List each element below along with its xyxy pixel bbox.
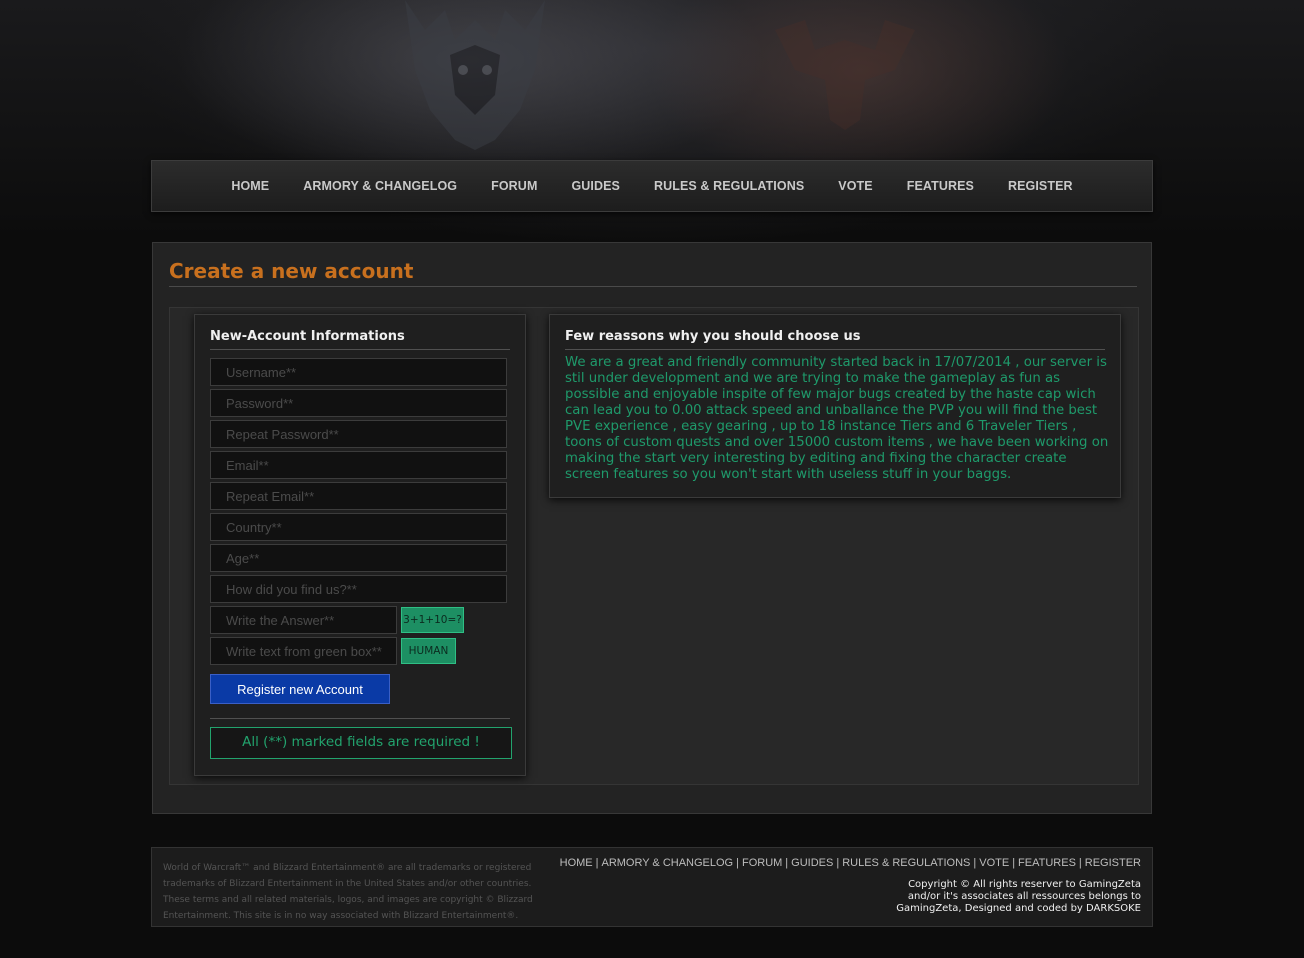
title-divider xyxy=(169,286,1137,287)
nav-features[interactable]: FEATURES xyxy=(907,179,974,193)
footer-nav-guides[interactable]: GUIDES xyxy=(791,857,833,869)
find-us-input[interactable] xyxy=(210,575,507,603)
repeat-password-input[interactable] xyxy=(210,420,507,448)
page-title: Create a new account xyxy=(169,259,414,283)
alliance-emblem-icon xyxy=(405,0,545,150)
footer-separator: | xyxy=(785,857,789,869)
register-button[interactable]: Register new Account xyxy=(210,674,390,704)
captcha-word-input[interactable] xyxy=(210,637,397,665)
captcha-word-badge: HUMAN xyxy=(401,638,456,664)
main-panel: Create a new account New-Account Informa… xyxy=(152,242,1152,814)
horde-emblem-icon xyxy=(775,20,915,130)
footer-nav-rules-regulations[interactable]: RULES & REGULATIONS xyxy=(842,857,970,869)
nav-forum[interactable]: FORUM xyxy=(491,179,537,193)
footer-separator: | xyxy=(1078,857,1082,869)
reasons-text: We are a great and friendly community st… xyxy=(565,355,1109,482)
required-fields-note: All (**) marked fields are required ! xyxy=(210,727,512,759)
reasons-title: Few reassons why you should choose us xyxy=(565,329,861,344)
email-input[interactable] xyxy=(210,451,507,479)
main-nav: HOME ARMORY & CHANGELOG FORUM GUIDES RUL… xyxy=(151,160,1153,212)
footer-separator: | xyxy=(973,857,977,869)
username-input[interactable] xyxy=(210,358,507,386)
footer-separator: | xyxy=(836,857,840,869)
age-input[interactable] xyxy=(210,544,507,572)
password-input[interactable] xyxy=(210,389,507,417)
captcha-answer-input[interactable] xyxy=(210,606,397,634)
nav-armory-changelog[interactable]: ARMORY & CHANGELOG xyxy=(303,179,457,193)
form-bottom-divider xyxy=(210,718,510,719)
copyright-text: Copyright © All rights reserver to Gamin… xyxy=(896,879,1141,914)
footer-separator: | xyxy=(736,857,739,869)
reasons-panel: Few reassons why you should choose us We… xyxy=(549,314,1121,498)
footer-nav-vote[interactable]: VOTE xyxy=(979,857,1009,869)
nav-vote[interactable]: VOTE xyxy=(838,179,872,193)
footer: World of Warcraft™ and Blizzard Entertai… xyxy=(151,847,1153,927)
footer-nav-armory-changelog[interactable]: ARMORY & CHANGELOG xyxy=(601,857,733,869)
content-area: New-Account Informations 3+1+10=? HUMAN … xyxy=(169,307,1139,785)
footer-separator: | xyxy=(595,857,599,869)
form-title-divider xyxy=(210,349,510,350)
country-input[interactable] xyxy=(210,513,507,541)
footer-nav: HOME | ARMORY & CHANGELOG | FORUM | GUIDES | RUL… xyxy=(560,857,1141,869)
nav-guides[interactable]: GUIDES xyxy=(571,179,620,193)
footer-separator: | xyxy=(1012,857,1016,869)
footer-nav-home[interactable]: HOME xyxy=(560,857,593,869)
nav-register[interactable]: REGISTER xyxy=(1008,179,1073,193)
nav-home[interactable]: HOME xyxy=(231,179,269,193)
form-title: New-Account Informations xyxy=(210,329,405,344)
repeat-email-input[interactable] xyxy=(210,482,507,510)
registration-form: New-Account Informations 3+1+10=? HUMAN … xyxy=(194,314,526,776)
footer-nav-forum[interactable]: FORUM xyxy=(742,857,782,869)
nav-rules-regulations[interactable]: RULES & REGULATIONS xyxy=(654,179,804,193)
page: HOME ARMORY & CHANGELOG FORUM GUIDES RUL… xyxy=(0,0,1304,958)
captcha-question-badge: 3+1+10=? xyxy=(401,607,464,633)
footer-nav-features[interactable]: FEATURES xyxy=(1018,857,1076,869)
legal-disclaimer: World of Warcraft™ and Blizzard Entertai… xyxy=(163,863,533,921)
footer-nav-register[interactable]: REGISTER xyxy=(1085,857,1141,869)
reasons-title-divider xyxy=(565,349,1105,350)
